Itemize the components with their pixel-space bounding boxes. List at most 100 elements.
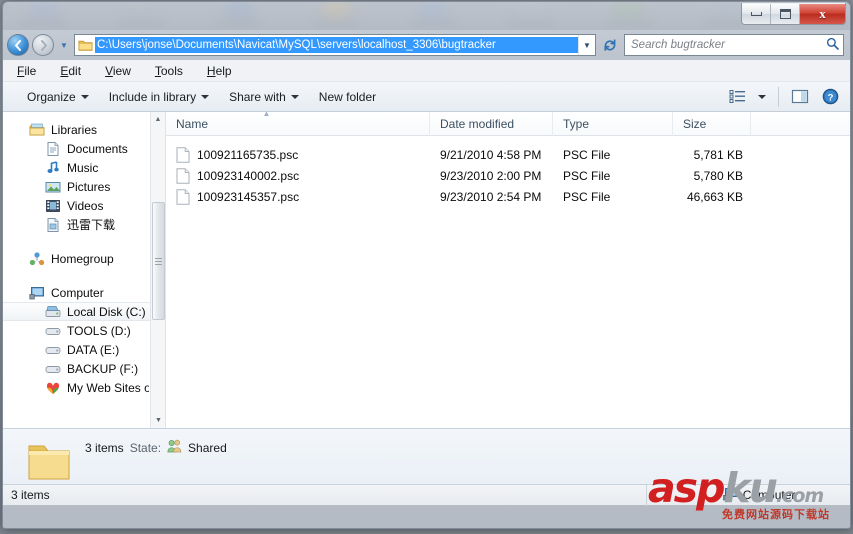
column-header-filler	[751, 112, 850, 136]
table-row[interactable]: 100923140002.psc 9/23/2010 2:00 PM PSC F…	[166, 165, 850, 186]
organize-button[interactable]: Organize	[17, 86, 99, 108]
chevron-down-icon	[758, 94, 766, 99]
address-bar: ▼ C:\Users\jonse\Documents\Navicat\MySQL…	[3, 30, 850, 60]
address-dropdown-button[interactable]: ▼	[578, 35, 595, 55]
search-input[interactable]: Search bugtracker	[624, 34, 844, 56]
close-button[interactable]: x	[800, 3, 845, 24]
sidebar-item-tools-d[interactable]: TOOLS (D:)	[3, 321, 165, 340]
sidebar-item-backup-f[interactable]: BACKUP (F:)	[3, 359, 165, 378]
menu-label: dit	[68, 63, 82, 78]
include-in-library-button[interactable]: Include in library	[99, 86, 219, 108]
menu-accel: H	[206, 63, 216, 78]
sidebar-item-computer[interactable]: Computer	[3, 283, 165, 302]
sidebar-item-label: Libraries	[51, 122, 98, 137]
sidebar-item-documents[interactable]: Documents	[3, 139, 165, 158]
new-folder-label: New folder	[318, 89, 377, 104]
file-type-cell: PSC File	[563, 189, 611, 204]
file-name-cell: 100923145357.psc	[166, 188, 430, 205]
title-bar[interactable]: x	[3, 2, 850, 30]
window-controls: x	[741, 3, 846, 25]
details-text-group: 3 items State: Shared	[85, 439, 227, 456]
file-list-top-gap	[166, 136, 850, 144]
column-header-size[interactable]: Size	[673, 111, 751, 136]
file-list-pane: Name ▲ Date modified Type Size 100921165…	[166, 111, 850, 428]
drive-icon	[45, 342, 61, 358]
forward-button[interactable]	[32, 34, 54, 56]
file-type-cell: PSC File	[563, 168, 611, 183]
share-with-label: Share with	[229, 89, 286, 104]
column-header-date-modified[interactable]: Date modified	[430, 111, 553, 136]
sidebar-item-label: My Web Sites on	[67, 380, 149, 395]
navigation-pane-scrollbar[interactable]: ▲ ▼	[150, 112, 165, 428]
sidebar-item-libraries[interactable]: Libraries	[3, 120, 165, 139]
chevron-down-icon	[201, 94, 210, 99]
table-row[interactable]: 100921165735.psc 9/21/2010 4:58 PM PSC F…	[166, 144, 850, 165]
folder-icon	[27, 438, 71, 484]
drive-icon	[45, 323, 61, 339]
scrollbar-thumb[interactable]	[152, 202, 165, 320]
recent-locations-button[interactable]: ▼	[57, 34, 71, 56]
folder-icon	[78, 38, 93, 52]
refresh-button[interactable]	[599, 34, 621, 56]
file-type-cell: PSC File	[563, 147, 611, 162]
preview-pane-button[interactable]	[786, 85, 814, 109]
computer-icon	[722, 487, 738, 504]
share-with-button[interactable]: Share with	[219, 86, 309, 108]
menu-item-file[interactable]: File	[15, 63, 38, 79]
sidebar-item-my-web-sites[interactable]: My Web Sites on	[3, 378, 165, 397]
music-icon	[45, 160, 61, 176]
help-button[interactable]: ?	[816, 85, 844, 109]
sidebar-item-local-disk-c[interactable]: Local Disk (C:)	[3, 302, 165, 321]
documents-icon	[45, 141, 61, 157]
details-state-label: State:	[129, 440, 162, 455]
scroll-down-button[interactable]: ▼	[151, 413, 165, 428]
file-size-cell: 5,780 KB	[693, 168, 743, 183]
view-mode-dropdown[interactable]	[753, 85, 771, 109]
scroll-up-button[interactable]: ▲	[151, 112, 165, 127]
maximize-button[interactable]	[771, 3, 800, 24]
minimize-icon	[750, 11, 762, 16]
sidebar-item-homegroup[interactable]: Homegroup	[3, 249, 165, 268]
sidebar-item-label: Pictures	[67, 179, 111, 194]
sidebar-item-label: Local Disk (C:)	[67, 304, 146, 319]
sidebar-item-data-e[interactable]: DATA (E:)	[3, 340, 165, 359]
menu-bar: File Edit View Tools Help	[3, 60, 850, 82]
toolbar-right-group: ?	[723, 85, 844, 109]
videos-icon	[45, 198, 61, 214]
refresh-icon	[604, 39, 616, 51]
file-size-cell: 5,781 KB	[693, 147, 743, 162]
details-pane: 3 items State: Shared	[3, 428, 850, 484]
file-date-cell: 9/21/2010 4:58 PM	[440, 147, 542, 162]
status-item-count: 3 items	[11, 488, 50, 502]
table-row[interactable]: 100923145357.psc 9/23/2010 2:54 PM PSC F…	[166, 186, 850, 207]
caret-down-icon: ▼	[155, 417, 162, 424]
column-header-name[interactable]: Name ▲	[166, 111, 430, 136]
preview-pane-icon	[791, 89, 809, 104]
menu-label: ools	[160, 63, 183, 78]
sidebar-item-downloads[interactable]: 迅雷下载	[3, 215, 165, 234]
column-header-type[interactable]: Type	[553, 111, 673, 136]
view-mode-button[interactable]	[723, 85, 751, 109]
menu-item-edit[interactable]: Edit	[58, 63, 83, 79]
file-date-cell: 9/23/2010 2:00 PM	[440, 168, 542, 183]
menu-item-tools[interactable]: Tools	[153, 63, 185, 79]
organize-label: Organize	[27, 89, 76, 104]
sidebar-item-music[interactable]: Music	[3, 158, 165, 177]
new-folder-button[interactable]: New folder	[309, 86, 386, 108]
minimize-button[interactable]	[742, 3, 771, 24]
sidebar-item-pictures[interactable]: Pictures	[3, 177, 165, 196]
address-path-text: C:\Users\jonse\Documents\Navicat\MySQL\s…	[95, 37, 578, 53]
column-header-label: Type	[563, 116, 590, 131]
sidebar-item-videos[interactable]: Videos	[3, 196, 165, 215]
menu-item-view[interactable]: View	[103, 63, 133, 79]
menu-item-help[interactable]: Help	[205, 63, 234, 79]
close-icon: x	[819, 5, 826, 21]
sidebar-item-label: Documents	[67, 141, 128, 156]
file-name-cell: 100923140002.psc	[166, 167, 430, 184]
web-sites-icon	[45, 380, 61, 396]
address-bar-input[interactable]: C:\Users\jonse\Documents\Navicat\MySQL\s…	[74, 34, 596, 56]
back-button[interactable]	[7, 34, 29, 56]
search-placeholder-text: Search bugtracker	[631, 39, 725, 51]
details-item-count: 3 items	[85, 440, 124, 455]
